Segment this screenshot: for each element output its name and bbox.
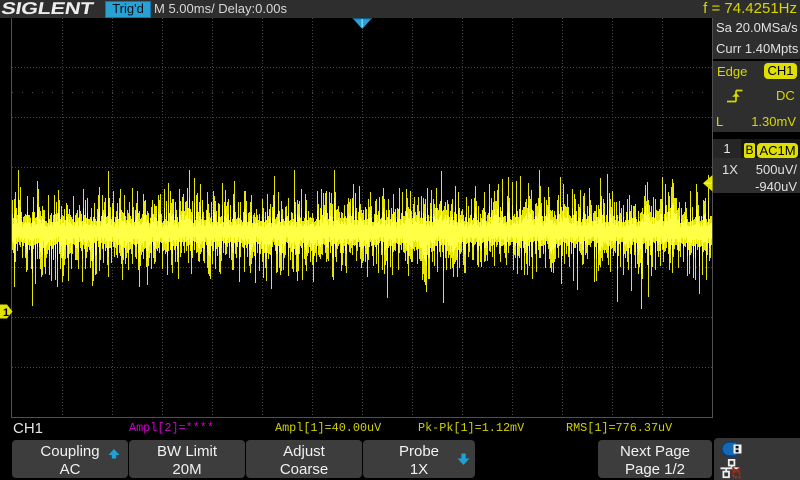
svg-text:1: 1 <box>3 307 9 319</box>
